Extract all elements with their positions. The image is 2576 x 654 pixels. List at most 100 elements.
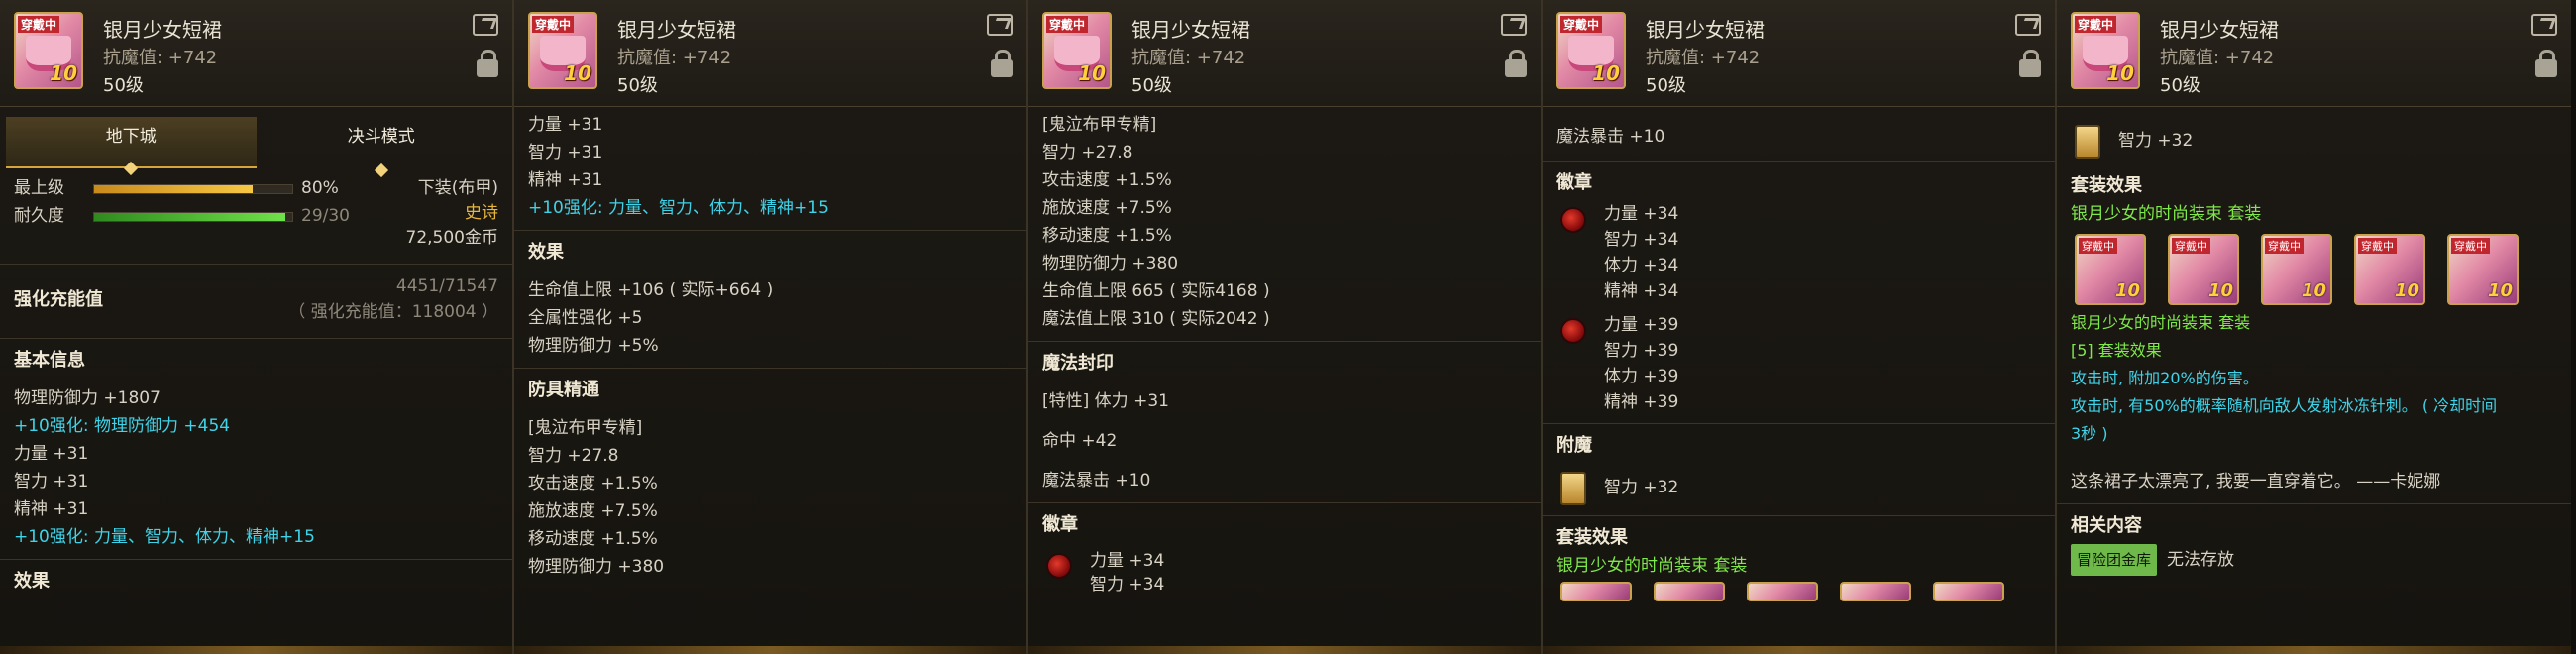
item-level: 50级 [2160, 75, 2200, 96]
emblem-line: 智力 +39 [1604, 341, 1679, 361]
mastery-line: 攻击速度 +1.5% [528, 474, 658, 493]
effect-line: 物理防御力 +5% [528, 336, 659, 356]
tab-duel[interactable]: 决斗模式 [257, 117, 507, 178]
red-emblem-icon [1560, 318, 1586, 344]
item-header: 穿戴中 10 银月少女短裙 抗魔值: +742 50级 [1028, 0, 1541, 107]
enhance-level: 10 [50, 61, 77, 85]
enchant-card-icon [2075, 125, 2100, 159]
enhance-all-line: +10强化: 力量、智力、体力、精神+15 [14, 527, 315, 547]
tooltip-panel-1: 穿戴中 10 银月少女短裙 抗魔值: +742 50级 地下城 决斗模式 最上级… [0, 0, 514, 654]
set-item-icon[interactable] [1840, 582, 1911, 601]
lock-icon[interactable] [991, 50, 1013, 77]
charge-sub: （ 强化充能值：118004 ） [288, 302, 498, 322]
share-icon[interactable] [1501, 14, 1527, 36]
lock-icon[interactable] [1505, 50, 1527, 77]
emblem-line: 精神 +39 [1604, 392, 1679, 412]
lock-icon[interactable] [2535, 50, 2557, 77]
mastery-line: 物理防御力 +380 [528, 557, 665, 577]
set-effect-line: 攻击时, 有50%的概率随机向敌人发射冰冻针刺。 ( 冷却时间 [2071, 396, 2498, 415]
slot-type: 下装(布甲) [417, 178, 498, 198]
tooltip-panel-4: 穿戴中 10 银月少女短裙 抗魔值: +742 50级 魔法暴击 +10 徽章 … [1543, 0, 2057, 654]
emblem-title: 徽章 [1042, 514, 1078, 535]
seal-trait: [特性] 体力 +31 [1042, 391, 1169, 411]
set-item-icon[interactable]: 穿戴中 10 [2075, 234, 2146, 305]
share-icon[interactable] [473, 14, 498, 36]
set-name: 银月少女的时尚装束 套装 [1556, 556, 1748, 576]
equipped-tag: 穿戴中 [2079, 238, 2117, 254]
set-item-icon[interactable] [1560, 582, 1632, 601]
emblem-line: 体力 +39 [1604, 367, 1679, 386]
mastery-line: 施放速度 +7.5% [528, 501, 658, 521]
skirt-icon[interactable]: 穿戴中 10 [2071, 12, 2140, 89]
item-header: 穿戴中 10 银月少女短裙 抗魔值: +742 50级 [0, 0, 512, 107]
stat-line: 力量 +31 [528, 115, 603, 135]
share-icon[interactable] [2015, 14, 2041, 36]
set-item-icon[interactable]: 穿戴中 10 [2447, 234, 2519, 305]
item-stat: 抗魔值: +742 [617, 48, 732, 68]
item-header: 穿戴中 10 银月少女短裙 抗魔值: +742 50级 [2057, 0, 2571, 107]
emblem-title: 徽章 [1556, 172, 1592, 193]
mastery-title: 防具精通 [528, 380, 599, 400]
stat-line: 智力 +31 [528, 143, 603, 163]
durability-value: 29/30 [301, 206, 350, 226]
equipped-tag: 穿戴中 [1560, 16, 1603, 33]
enhance-level: 10 [2207, 280, 2233, 301]
set-name: 银月少女的时尚装束 套装 [2071, 204, 2262, 224]
mastery-line: 魔法值上限 310 ( 实际2042 ) [1042, 309, 1270, 329]
mastery-line: 物理防御力 +380 [1042, 254, 1179, 273]
enhance-def-line: +10强化: 物理防御力 +454 [14, 416, 231, 436]
set-item-icon[interactable] [1654, 582, 1725, 601]
item-name: 银月少女短裙 [617, 18, 736, 42]
set-item-icon[interactable]: 穿戴中 10 [2261, 234, 2332, 305]
item-stat: 抗魔值: +742 [1131, 48, 1246, 68]
equipped-tag: 穿戴中 [1046, 16, 1089, 33]
set-item-icon[interactable]: 穿戴中 10 [2168, 234, 2239, 305]
item-name: 银月少女短裙 [1646, 18, 1765, 42]
grade-label: 最上级 [14, 178, 64, 198]
enhance-level: 10 [2114, 280, 2140, 301]
set-effect-line: 攻击时, 附加20%的伤害。 [2071, 369, 2259, 387]
share-icon[interactable] [2531, 14, 2557, 36]
skirt-icon[interactable]: 穿戴中 10 [528, 12, 597, 89]
related-title: 相关内容 [2071, 515, 2142, 536]
emblem-line: 力量 +34 [1090, 551, 1165, 571]
enchant-value: 智力 +32 [1604, 478, 1679, 497]
stat-line: 精神 +31 [528, 170, 603, 190]
lock-icon[interactable] [2019, 50, 2041, 77]
set-count: [5] 套装效果 [2071, 341, 2162, 360]
mode-tabs: 地下城 决斗模式 [6, 117, 507, 178]
stat-line: 力量 +31 [14, 444, 89, 464]
item-level: 50级 [103, 75, 144, 96]
item-name: 银月少女短裙 [103, 18, 222, 42]
share-icon[interactable] [987, 14, 1013, 36]
seal-line: 命中 +42 [1042, 431, 1118, 451]
item-stat: 抗魔值: +742 [1646, 48, 1761, 68]
tab-dungeon[interactable]: 地下城 [6, 117, 257, 176]
equipped-tag: 穿戴中 [2451, 238, 2490, 254]
set-item-icon[interactable]: 穿戴中 10 [2354, 234, 2425, 305]
enhance-all-line: +10强化: 力量、智力、体力、精神+15 [528, 198, 829, 218]
skirt-icon[interactable]: 穿戴中 10 [1042, 12, 1112, 89]
enhance-level: 10 [1592, 61, 1620, 85]
red-emblem-icon [1560, 207, 1586, 233]
emblem-line: 力量 +39 [1604, 315, 1679, 335]
seal-title: 魔法封印 [1042, 353, 1114, 374]
enchant-card-icon [1560, 472, 1586, 505]
lock-icon[interactable] [477, 50, 498, 77]
set-item-icon[interactable] [1933, 582, 2004, 601]
grade-value: 80% [301, 178, 339, 198]
item-header: 穿戴中 10 银月少女短裙 抗魔值: +742 50级 [1543, 0, 2055, 107]
mastery-line: [鬼泣布甲专精] [1042, 115, 1157, 135]
mastery-line: 移动速度 +1.5% [528, 529, 658, 549]
mastery-line: 移动速度 +1.5% [1042, 226, 1172, 246]
mastery-line: 攻击速度 +1.5% [1042, 170, 1172, 190]
stat-line: 智力 +31 [14, 472, 89, 491]
storage-text: 无法存放 [2167, 550, 2235, 570]
skirt-icon[interactable]: 穿戴中 10 [14, 12, 83, 89]
set-title: 套装效果 [2071, 175, 2142, 196]
item-name: 银月少女短裙 [2160, 18, 2279, 42]
skirt-icon[interactable]: 穿戴中 10 [1556, 12, 1626, 89]
emblem-line: 力量 +34 [1604, 204, 1679, 224]
item-stat: 抗魔值: +742 [103, 48, 218, 68]
set-item-icon[interactable] [1747, 582, 1818, 601]
